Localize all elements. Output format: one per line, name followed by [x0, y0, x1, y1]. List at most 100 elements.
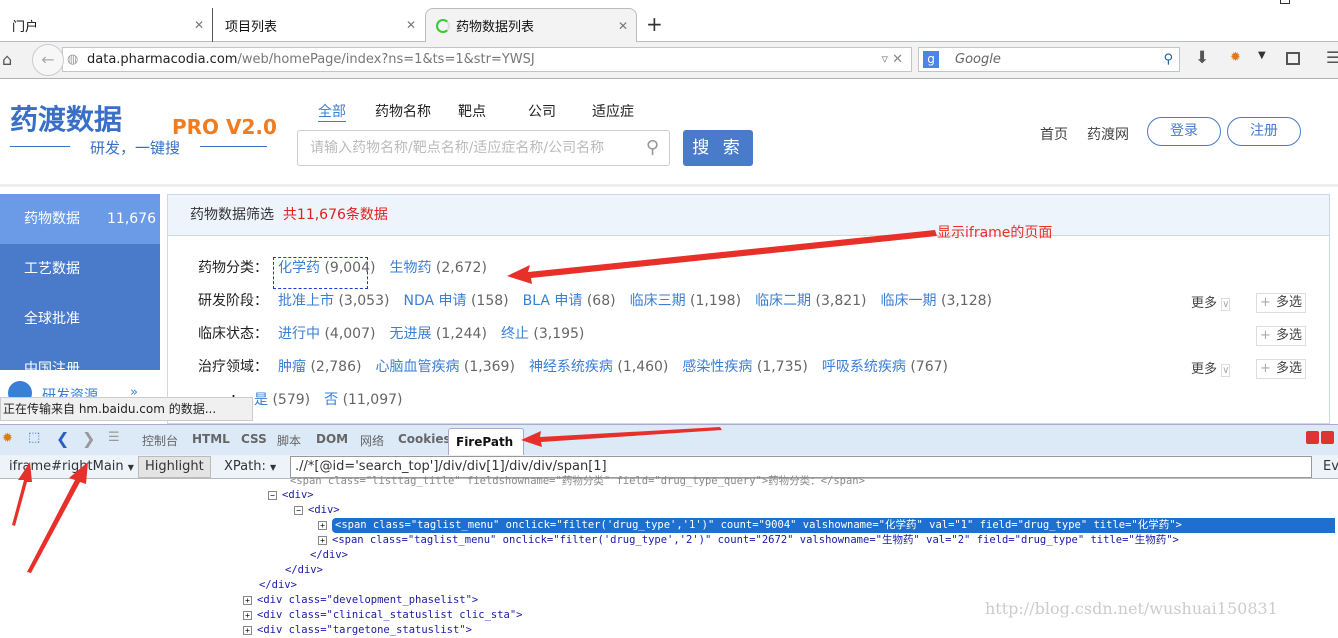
expand-icon[interactable]: +	[243, 611, 252, 620]
tab-dom[interactable]: DOM	[316, 432, 348, 446]
sidebar-item-global-approval[interactable]: 全球批准	[0, 294, 160, 344]
filter-option[interactable]: 肿瘤 (2,786)	[278, 359, 361, 375]
list-icon[interactable]: ☰	[108, 430, 120, 445]
expand-icon[interactable]: +	[318, 521, 327, 530]
category-drug-name[interactable]: 药物名称	[375, 101, 431, 121]
code-line[interactable]: + <div class="development_phaselist">	[243, 593, 478, 608]
code-line-selected[interactable]: + <span class="taglist_menu" onclick="fil…	[318, 518, 1338, 533]
filter-option[interactable]: NDA 申请 (158)	[403, 293, 508, 309]
home-link[interactable]: 首页	[1040, 124, 1068, 144]
filter-option[interactable]: 否 (11,097)	[324, 392, 402, 408]
multi-select-button[interactable]: + 多选	[1256, 359, 1306, 379]
filter-option[interactable]: 批准上市 (3,053)	[278, 293, 389, 309]
close-icon[interactable]: ✕	[618, 19, 628, 33]
filter-option[interactable]: 呼吸系统疾病 (767)	[822, 359, 948, 375]
code-line[interactable]: + <span class="taglist_menu" onclick="fil…	[318, 533, 1179, 548]
code-line[interactable]: + <div class="clinical_statuslist clic_st…	[243, 608, 523, 623]
filter-row: 药物分类： 化学药 (9,004) 生物药 (2,672)	[198, 257, 501, 277]
restore-icon[interactable]	[1280, 0, 1290, 4]
back-icon[interactable]: ❮	[56, 429, 69, 448]
filter-option[interactable]: 心脑血管疾病 (1,369)	[375, 359, 514, 375]
search-icon[interactable]: ⚲	[1163, 48, 1173, 71]
option-count: (68)	[586, 293, 616, 309]
inspect-icon[interactable]: ⬚	[28, 430, 40, 445]
category-all[interactable]: 全部	[318, 101, 346, 122]
code-line[interactable]: </div>	[310, 548, 348, 563]
close-icon[interactable]: ✕	[406, 18, 416, 32]
option-count: (3,128)	[940, 293, 992, 309]
category-company[interactable]: 公司	[528, 101, 556, 121]
clear-icon[interactable]: ▿ ✕	[881, 48, 903, 71]
site-search-input[interactable]: 请输入药物名称/靶点名称/适应症名称/公司名称 ⚲	[297, 130, 670, 166]
new-tab-button[interactable]: +	[646, 12, 663, 36]
filter-option[interactable]: 进行中 (4,007)	[278, 326, 375, 342]
filter-option[interactable]: 终止 (3,195)	[501, 326, 584, 342]
filter-option[interactable]: 临床一期 (3,128)	[881, 293, 992, 309]
firebug-icon[interactable]: ✹	[1230, 50, 1241, 65]
collapse-icon[interactable]: −	[294, 506, 303, 515]
register-button[interactable]: 注册	[1227, 117, 1301, 146]
menu-icon[interactable]: ☰	[1326, 48, 1338, 67]
code-line[interactable]: − <div>	[294, 503, 340, 518]
login-button[interactable]: 登录	[1147, 117, 1221, 146]
tab-console[interactable]: 控制台	[142, 432, 178, 449]
search-box[interactable]: g Google ⚲	[918, 47, 1180, 72]
minimize-icon[interactable]	[1306, 431, 1319, 444]
code-line[interactable]: − <div>	[268, 488, 314, 503]
expand-icon[interactable]: +	[243, 596, 252, 605]
chevron-down-icon[interactable]: ▼	[1258, 50, 1266, 61]
sidebar-item-drug-data[interactable]: 药物数据 11,676	[0, 194, 160, 244]
code-line[interactable]: </div>	[285, 563, 323, 578]
filter-option[interactable]: 神经系统疾病 (1,460)	[529, 359, 668, 375]
search-button[interactable]: 搜 索	[683, 130, 753, 166]
code-line[interactable]: </div>	[259, 578, 297, 593]
filter-option[interactable]: 生物药 (2,672)	[389, 260, 486, 276]
category-indication[interactable]: 适应症	[592, 101, 634, 121]
category-target[interactable]: 靶点	[458, 101, 486, 121]
download-icon[interactable]: ⬇	[1195, 48, 1209, 68]
tab-cookies[interactable]: Cookies	[398, 432, 451, 446]
more-dropdown[interactable]: 更多 ∨	[1191, 292, 1231, 311]
detach-icon[interactable]	[1321, 431, 1334, 444]
tab-css[interactable]: CSS	[241, 432, 267, 446]
eval-button[interactable]: Ev	[1323, 459, 1338, 474]
sidebar-item-china-registration[interactable]: 中国注册	[0, 344, 160, 370]
yaodu-link[interactable]: 药渡网	[1087, 124, 1129, 144]
divider	[200, 146, 267, 147]
filter-option[interactable]: 无进展 (1,244)	[389, 326, 486, 342]
filter-option[interactable]: 化学药 (9,004)	[278, 260, 375, 276]
code-line[interactable]: <span class="listtag_title" fieldshownam…	[290, 474, 865, 489]
back-button[interactable]: ←	[32, 44, 64, 76]
filter-row-label: 研发阶段：	[198, 293, 268, 309]
tab-firepath[interactable]: FirePath ▾	[448, 428, 524, 475]
filter-option[interactable]: BLA 申请 (68)	[523, 293, 616, 309]
xpath-selector[interactable]: XPath: ▼	[224, 459, 276, 474]
highlight-button[interactable]: Highlight	[138, 456, 211, 478]
frame-selector[interactable]: iframe#rightMain ▼	[9, 459, 134, 474]
multi-select-button[interactable]: + 多选	[1256, 326, 1306, 346]
tab-html[interactable]: HTML	[192, 432, 230, 446]
tab-drug-data-list[interactable]: 药物数据列表 ✕	[425, 8, 637, 42]
filter-option[interactable]: 是 (579)	[254, 392, 310, 408]
tab-portal[interactable]: 门户 ✕	[0, 8, 212, 42]
url-bar[interactable]: ◍ data.pharmacodia.com/web/homePage/index…	[62, 47, 912, 72]
tab-network[interactable]: 网络	[360, 432, 384, 449]
close-icon[interactable]: ✕	[194, 18, 204, 32]
multi-select-button[interactable]: + 多选	[1256, 293, 1306, 313]
sidebar-toggle-icon[interactable]	[1286, 52, 1300, 65]
expand-icon[interactable]: +	[243, 626, 252, 635]
tab-script[interactable]: 脚本	[277, 432, 301, 449]
collapse-icon[interactable]: −	[268, 491, 277, 500]
more-dropdown[interactable]: 更多 ∨	[1191, 358, 1231, 377]
tab-project-list[interactable]: 项目列表 ✕	[212, 8, 424, 42]
filter-option[interactable]: 临床二期 (3,821)	[755, 293, 866, 309]
logo[interactable]: 药渡数据	[10, 98, 122, 138]
filter-option[interactable]: 感染性疾病 (1,735)	[682, 359, 807, 375]
code-line[interactable]: + <div class="targetone_statuslist">	[243, 623, 472, 638]
sidebar-item-process-data[interactable]: 工艺数据	[0, 244, 160, 294]
filter-option[interactable]: 临床三期 (1,198)	[630, 293, 741, 309]
home-icon[interactable]: ⌂	[2, 50, 12, 69]
firebug-icon[interactable]: ✹	[2, 431, 13, 446]
expand-icon[interactable]: +	[318, 536, 327, 545]
forward-icon[interactable]: ❯	[82, 429, 95, 448]
